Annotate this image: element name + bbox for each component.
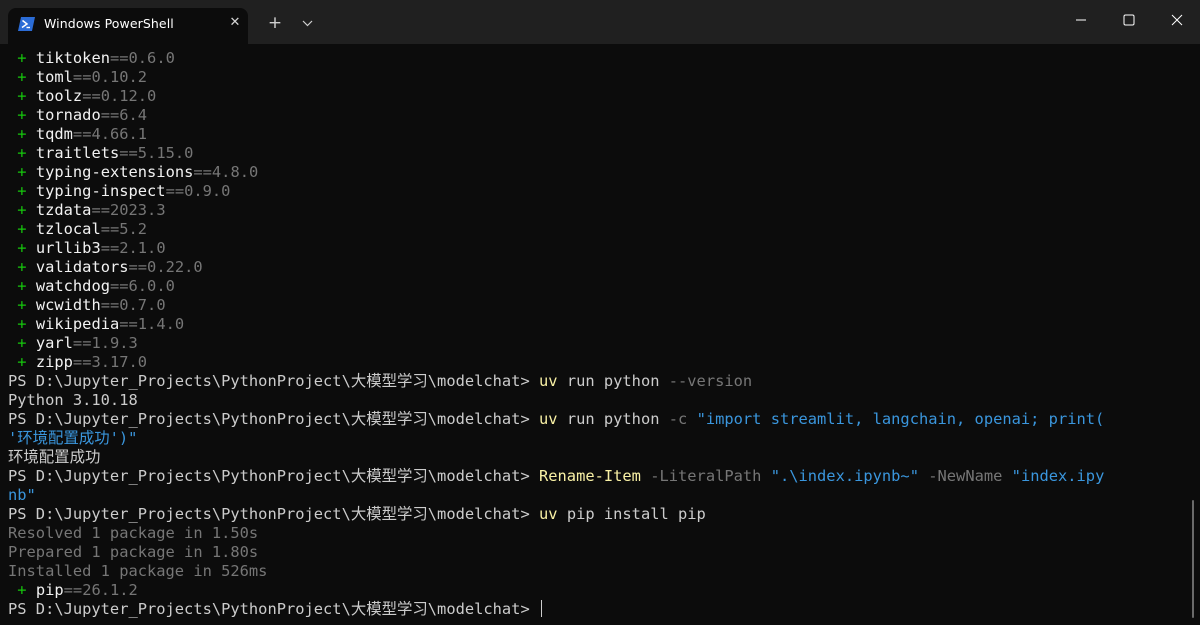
output-line: Installed 1 package in 526ms [8,562,268,580]
title-bar: Windows PowerShell ✕ + [0,0,1200,44]
terminal-output[interactable]: + tiktoken==0.6.0 + toml==0.10.2 + toolz… [8,49,1178,619]
powershell-icon [18,17,35,31]
prompt: PS D:\Jupyter_Projects\PythonProject\大模型… [8,410,539,428]
minimize-button[interactable] [1058,0,1104,40]
tab-title: Windows PowerShell [44,16,174,31]
powershell-window: Windows PowerShell ✕ + + tiktoken==0.6.0… [0,0,1200,625]
package-line: + zipp==3.17.0 [17,353,148,371]
prompt: PS D:\Jupyter_Projects\PythonProject\大模型… [8,600,539,618]
package-line: + watchdog==6.0.0 [17,277,175,295]
output-line: Prepared 1 package in 1.80s [8,543,259,561]
tab-close-icon[interactable]: ✕ [226,14,244,32]
package-line: + typing-inspect==0.9.0 [17,182,231,200]
package-line: + tqdm==4.66.1 [17,125,148,143]
new-tab-button[interactable]: + [264,12,286,34]
package-line: + wikipedia==1.4.0 [17,315,185,333]
package-line: + toolz==0.12.0 [17,87,157,105]
command-line: PS D:\Jupyter_Projects\PythonProject\大模型… [8,410,1105,428]
package-line: + validators==0.22.0 [17,258,203,276]
package-line: + tzdata==2023.3 [17,201,166,219]
command-line: PS D:\Jupyter_Projects\PythonProject\大模型… [8,505,706,523]
command-line-wrap: nb" [8,486,36,504]
output-line: 环境配置成功 [8,448,101,466]
package-line: + pip==26.1.2 [17,581,138,599]
prompt: PS D:\Jupyter_Projects\PythonProject\大模型… [8,372,539,390]
minimize-icon [1076,19,1086,21]
close-icon [1171,14,1183,26]
prompt: PS D:\Jupyter_Projects\PythonProject\大模型… [8,467,539,485]
package-line: + toml==0.10.2 [17,68,148,86]
command-line-wrap: '环境配置成功')" [8,429,138,447]
text-cursor [541,600,542,617]
active-prompt-line[interactable]: PS D:\Jupyter_Projects\PythonProject\大模型… [8,600,1178,619]
package-line: + traitlets==5.15.0 [17,144,194,162]
output-line: Python 3.10.18 [8,391,138,409]
vertical-scrollbar[interactable] [1192,500,1194,618]
output-line: Resolved 1 package in 1.50s [8,524,259,542]
package-line: + typing-extensions==4.8.0 [17,163,259,181]
command-line: PS D:\Jupyter_Projects\PythonProject\大模型… [8,372,753,390]
package-line: + wcwidth==0.7.0 [17,296,166,314]
maximize-icon [1123,14,1135,26]
tab-windows-powershell[interactable]: Windows PowerShell ✕ [8,8,248,44]
package-line: + tornado==6.4 [17,106,148,124]
prompt: PS D:\Jupyter_Projects\PythonProject\大模型… [8,505,539,523]
close-button[interactable] [1154,0,1200,40]
tab-dropdown-chevron-icon[interactable] [296,12,318,34]
package-line: + yarl==1.9.3 [17,334,138,352]
package-line: + tzlocal==5.2 [17,220,148,238]
command-line: PS D:\Jupyter_Projects\PythonProject\大模型… [8,467,1105,485]
package-line: + tiktoken==0.6.0 [17,49,175,67]
package-line: + urllib3==2.1.0 [17,239,166,257]
maximize-button[interactable] [1106,0,1152,40]
